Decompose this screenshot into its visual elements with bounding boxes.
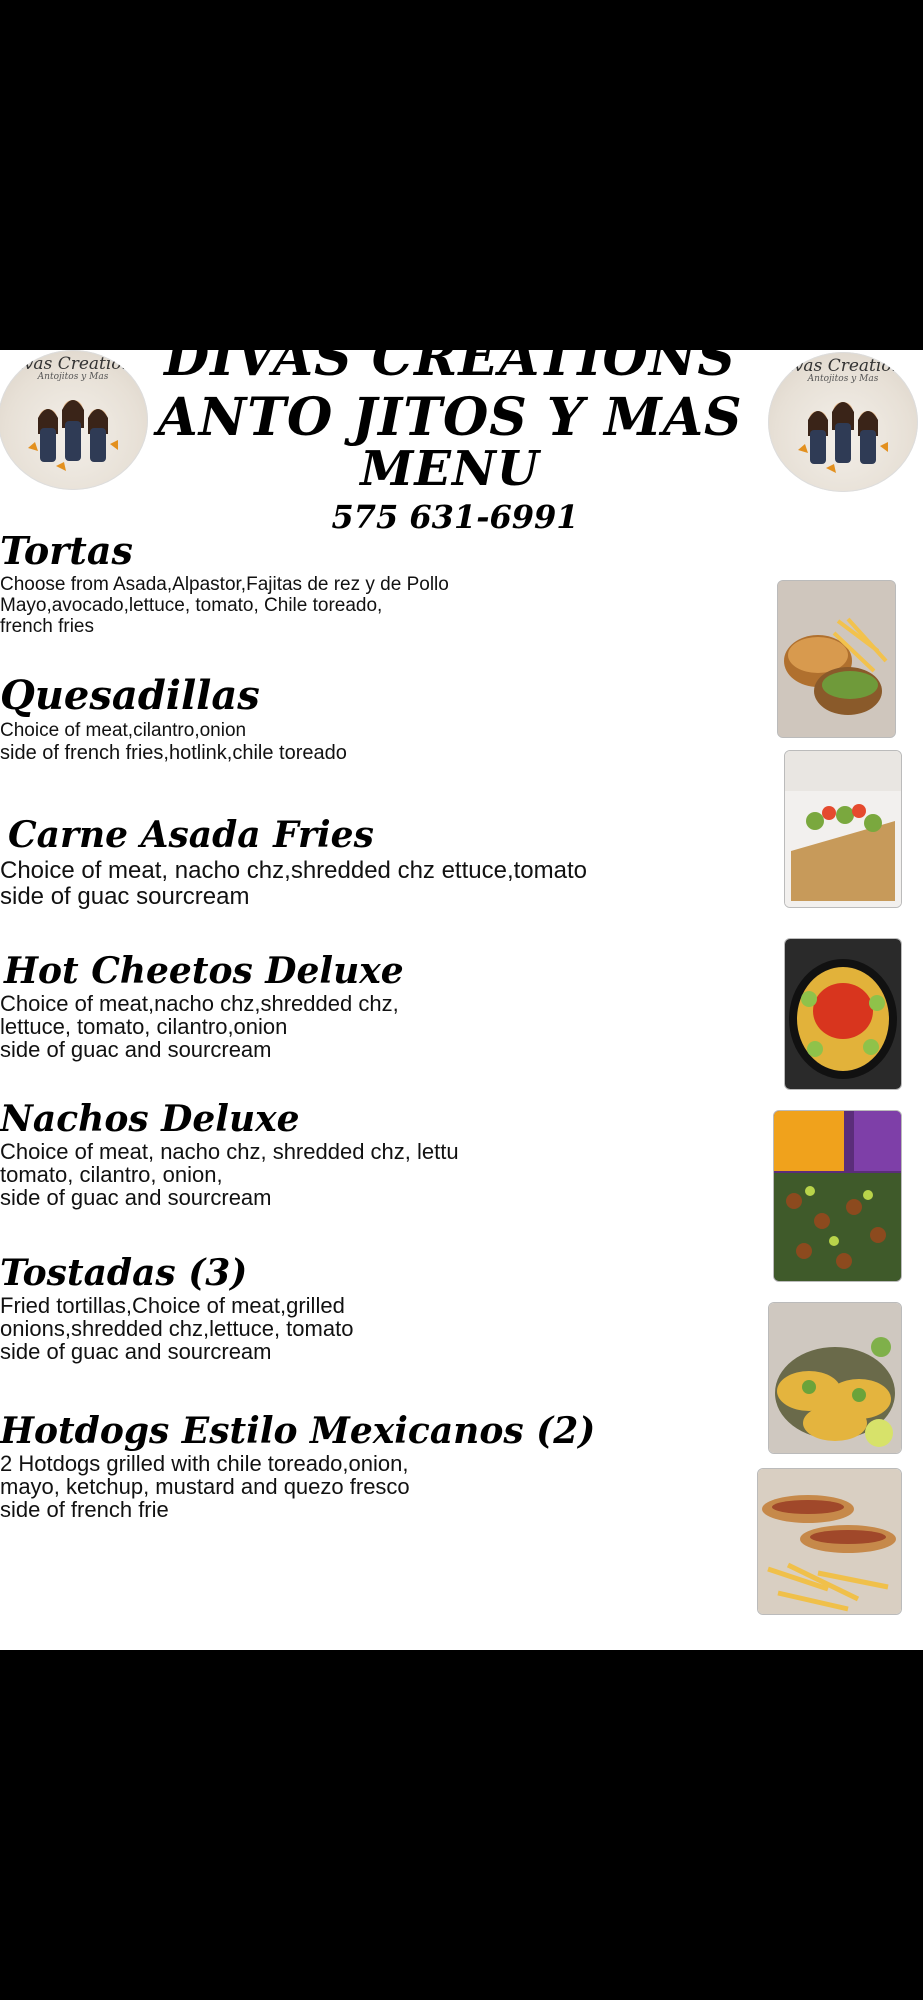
item-description-line: french fries [0,616,94,634]
item-description-line: Choice of meat,cilantro,onion [0,720,247,741]
item-description-line: 2 Hotdogs grilled with chile toreado,oni… [0,1451,409,1476]
divas-creations-logo-right: Divas Creations Antojitos y Mas [768,352,918,492]
menu-heading: MENU [360,441,540,497]
item-description-line: mayo, ketchup, mustard and quezo fresco [0,1474,410,1499]
logo-name: Divas Creations [4,354,142,374]
three-women-illustration [28,400,118,471]
three-women-illustration [798,402,888,473]
item-description-line: tomato, cilantro, onion, [0,1162,223,1187]
nachos-deluxe-photo [773,1110,902,1282]
business-name: DIVAS CREATIONS [164,350,736,388]
item-description-line: Choose from Asada,Alpastor,Fajitas de re… [0,574,449,595]
item-description-line: side of french frie [0,1497,169,1522]
menu-item-tostadas: Tostadas (3) Fried tortillas,Choice of m… [0,1252,760,1363]
item-description-line: Mayo,avocado,lettuce, tomato, Chile tore… [0,595,383,616]
hotdogs-photo [757,1468,902,1615]
item-description-line: onions,shredded chz,lettuce, tomato [0,1316,354,1341]
item-description-line: Choice of meat, nacho chz, shredded chz,… [0,1139,459,1164]
quesadilla-photo [784,750,902,908]
item-description-line: Choice of meat,nacho chz,shredded chz, [0,991,399,1016]
item-name: Carne Asada Fries [8,814,374,856]
logo-name: Divas Creations [774,356,912,376]
item-name: Nachos Deluxe [0,1098,300,1140]
business-subtitle: ANTO JITOS Y MAS [157,387,743,448]
item-name: Hot Cheetos Deluxe [4,950,404,992]
item-description-line: side of guac and sourcream [0,1185,272,1210]
item-description-line: Choice of meat, nacho chz,shredded chz e… [0,857,588,884]
item-description-line: lettuce, tomato, cilantro,onion [0,1014,288,1039]
item-description-line: Fried tortillas,Choice of meat,grilled [0,1293,345,1318]
item-name: Tortas [0,528,133,573]
menu-item-hot-cheetos-deluxe: Hot Cheetos Deluxe Choice of meat,nacho … [0,950,760,1061]
item-name: Quesadillas [0,672,260,719]
item-description-line: side of guac sourcream [0,883,250,910]
menu-item-quesadillas: Quesadillas Choice of meat,cilantro,onio… [0,672,760,764]
torta-photo [777,580,896,738]
item-description-line: side of french fries,hotlink,chile torea… [0,742,347,764]
menu-item-nachos-deluxe: Nachos Deluxe Choice of meat, nacho chz,… [0,1098,760,1209]
menu-item-tortas: Tortas Choose from Asada,Alpastor,Fajita… [0,528,760,634]
logo-subtitle: Antojitos y Mas [37,372,109,382]
item-name: Hotdogs Estilo Mexicanos (2) [0,1410,596,1452]
logo-subtitle: Antojitos y Mas [807,374,879,384]
menu-item-carne-asada-fries: Carne Asada Fries Choice of meat, nacho … [0,812,760,910]
divas-creations-logo-left: Divas Creations Antojitos y Mas [0,350,148,490]
screenshot-page: Divas Creations Antojitos y Mas Divas Cr… [0,0,923,2000]
item-description-line: side of guac and sourcream [0,1339,272,1364]
tostadas-photo [768,1302,902,1454]
item-name: Tostadas (3) [0,1252,248,1294]
menu-item-hotdogs-estilo-mexicanos: Hotdogs Estilo Mexicanos (2) 2 Hotdogs g… [0,1410,760,1521]
item-description-line: side of guac and sourcream [0,1037,272,1062]
hot-cheetos-deluxe-photo [784,938,902,1090]
menu-sheet: Divas Creations Antojitos y Mas Divas Cr… [0,350,923,1650]
